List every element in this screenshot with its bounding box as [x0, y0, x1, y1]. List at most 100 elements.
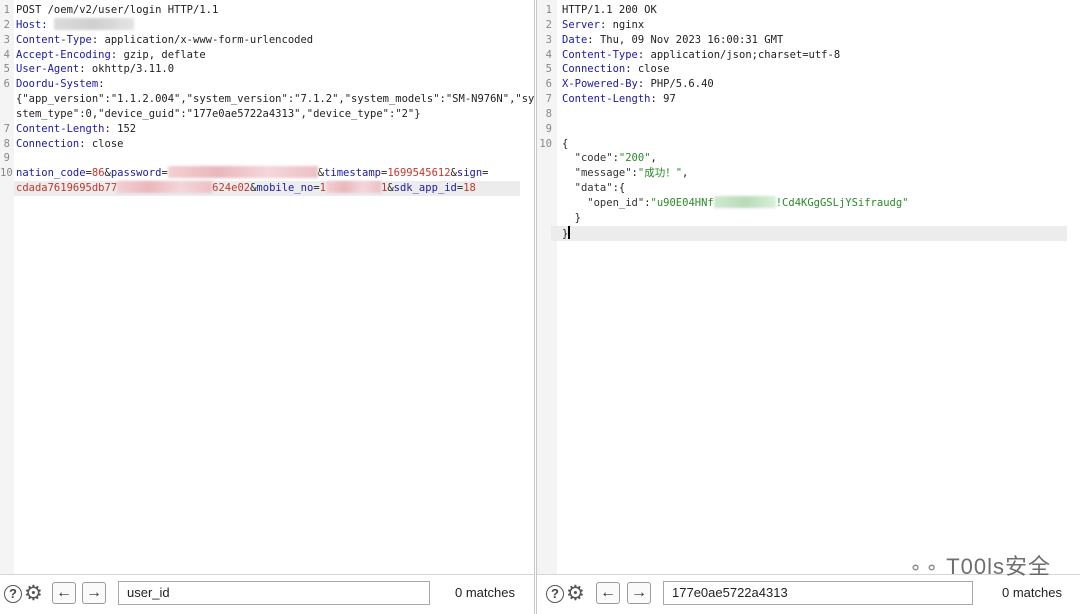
code-line: 3 Content-Type: application/x-www-form-ur…: [0, 33, 534, 48]
code-line: 9: [0, 151, 534, 166]
code-line: 10 nation_code=86&password= &timestamp=169…: [0, 166, 534, 181]
line-text: Connection: close: [16, 137, 123, 152]
redacted-text: [167, 166, 318, 179]
code-token: : application/x-www-form-urlencoded: [91, 33, 314, 46]
line-text: POST /oem/v2/user/login HTTP/1.1: [16, 3, 218, 18]
line-number: 10: [0, 167, 13, 180]
gear-icon[interactable]: ⚙: [566, 583, 585, 604]
code-token: 1699545612: [387, 167, 451, 180]
code-token: : application/json;charset=utf-8: [637, 48, 841, 61]
code-token: Content-Length: [562, 93, 651, 106]
line-text: User-Agent: okhttp/3.11.0: [16, 62, 174, 77]
code-token: {"app_version":"1.1.2.004","system_versi…: [16, 93, 535, 106]
code-token: :{: [612, 182, 626, 195]
code-line: "open_id":"u90E04HNf !Cd4KGgGSLjYSifraudg…: [537, 195, 1080, 211]
code-line: 7 Content-Length: 152: [0, 122, 534, 137]
code-token: POST /oem/v2/user/login HTTP/1.1: [16, 4, 219, 16]
arrow-right-icon: →: [631, 584, 647, 601]
line-text: stem_type":0,"device_guid":"177e0ae5722a…: [16, 107, 421, 122]
code-line: 7 Content-Length: 97: [537, 92, 1080, 107]
code-token: : 97: [650, 93, 676, 106]
line-text: Content-Type: application/json;charset=u…: [562, 48, 840, 63]
request-editor[interactable]: 1 POST /oem/v2/user/login HTTP/1.1 2 Host: …: [0, 3, 534, 196]
code-token: HTTP/1.1 200 OK: [562, 4, 657, 16]
code-token: ,: [650, 152, 657, 165]
code-token: Connection: [16, 137, 80, 150]
code-token: :: [98, 78, 105, 91]
response-search-input[interactable]: 177e0ae5722a4313: [663, 581, 973, 605]
help-icon[interactable]: ?: [4, 585, 22, 603]
request-match-count: 0 matches: [455, 585, 515, 600]
line-text: Server: nginx: [562, 18, 644, 33]
line-number: 4: [545, 48, 552, 61]
code-token: nation_code: [16, 167, 86, 180]
code-line: "message":"成功！",: [537, 166, 1080, 181]
code-line: 6 Doordu-System:: [0, 77, 534, 92]
code-line: 1 HTTP/1.1 200 OK: [537, 3, 1080, 18]
line-text: cdada7619695db77 624e02&mobile_no=1 1&sdk_…: [16, 181, 476, 196]
gear-icon[interactable]: ⚙: [24, 583, 43, 604]
code-token: Date: [562, 33, 588, 46]
previous-match-button[interactable]: ←: [596, 582, 620, 604]
line-text: {: [562, 137, 568, 152]
response-editor[interactable]: 1 HTTP/1.1 200 OK 2 Server: nginx 3 Date: Thu…: [537, 3, 1080, 241]
code-token: mobile_no: [256, 182, 314, 195]
code-line: 8: [537, 107, 1080, 122]
code-token: "open_id": [562, 196, 645, 209]
line-number: 10: [539, 137, 552, 150]
redacted-text: [713, 195, 776, 208]
code-token: 18: [463, 182, 476, 195]
code-line: 10 {: [537, 137, 1080, 152]
code-token: 86: [91, 167, 105, 180]
line-number: 5: [545, 63, 552, 76]
line-text: "open_id":"u90E04HNf !Cd4KGgGSLjYSifraudg…: [562, 195, 909, 211]
code-token: User-Agent: [16, 63, 80, 76]
line-number: 8: [545, 107, 552, 120]
code-token: sign: [456, 167, 483, 180]
code-token: 624e02: [212, 182, 251, 195]
code-token: =: [482, 167, 489, 180]
code-token: : nginx: [599, 18, 645, 31]
line-text: }: [562, 225, 571, 242]
arrow-right-icon: →: [86, 584, 102, 601]
line-text: Content-Type: application/x-www-form-url…: [16, 33, 313, 48]
request-pane: 1 POST /oem/v2/user/login HTTP/1.1 2 Host: …: [0, 0, 535, 614]
code-token: stem_type":0,"device_guid":"177e0ae5722a…: [16, 107, 421, 120]
watermark: ⚬⚬ T00ls安全: [908, 549, 1051, 581]
current-line-highlight: [551, 225, 1067, 241]
line-text: Content-Length: 152: [16, 122, 136, 137]
line-text: Accept-Encoding: gzip, deflate: [16, 48, 206, 63]
code-line: 2 Host:: [0, 17, 534, 33]
next-match-button[interactable]: →: [82, 582, 106, 604]
line-text: Doordu-System:: [16, 77, 105, 92]
code-line: 9: [537, 122, 1080, 137]
line-number: 2: [545, 18, 552, 31]
arrow-left-icon: ←: [56, 584, 72, 601]
code-token: Host:: [16, 18, 54, 31]
code-token: : gzip, deflate: [110, 48, 206, 61]
line-text: "code":"200",: [562, 151, 657, 166]
line-text: HTTP/1.1 200 OK: [562, 3, 657, 18]
help-icon[interactable]: ?: [546, 585, 564, 603]
code-line: 5 Connection: close: [537, 62, 1080, 77]
response-pane: 1 HTTP/1.1 200 OK 2 Server: nginx 3 Date: Thu…: [536, 0, 1080, 614]
code-token: cdada7619695db77: [16, 182, 118, 195]
line-text: Date: Thu, 09 Nov 2023 16:00:31 GMT: [562, 33, 783, 48]
code-line: }: [537, 225, 1080, 242]
code-token: : 152: [104, 122, 137, 135]
code-token: ,: [682, 167, 689, 180]
line-number: 2: [3, 18, 10, 31]
code-token: sdk_app_id: [393, 182, 457, 195]
code-token: Content-Type: [562, 48, 638, 61]
request-search-input[interactable]: user_id: [118, 581, 430, 605]
response-match-count: 0 matches: [1002, 585, 1062, 600]
code-line: {"app_version":"1.1.2.004","system_versi…: [0, 92, 534, 107]
code-token: Connection: [562, 63, 626, 76]
line-number: 4: [3, 48, 10, 61]
code-token: X-Powered-By: [562, 78, 638, 91]
code-line: cdada7619695db77 624e02&mobile_no=1 1&sdk_…: [0, 181, 534, 196]
code-token: : close: [79, 137, 124, 150]
next-match-button[interactable]: →: [627, 582, 651, 604]
line-number: 3: [545, 33, 552, 46]
previous-match-button[interactable]: ←: [52, 582, 76, 604]
